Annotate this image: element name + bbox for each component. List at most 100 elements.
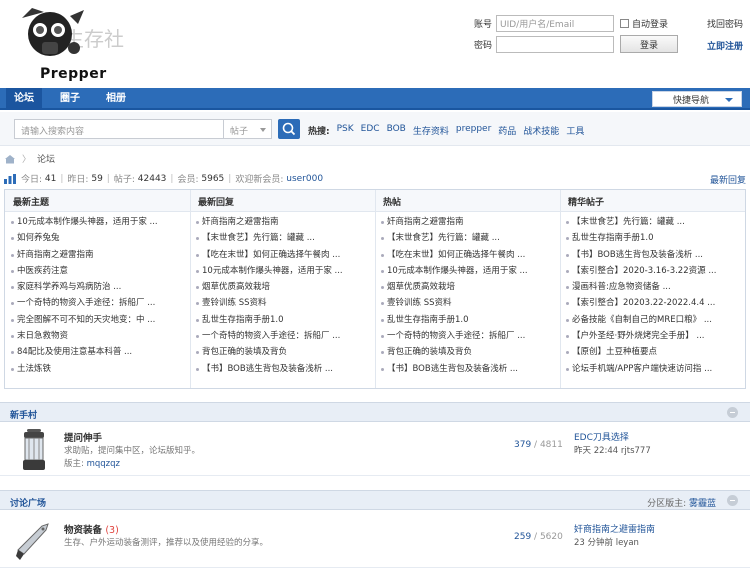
site-logo[interactable]: 生存社 Prepper (14, 4, 124, 82)
moderator-label: 版主: (64, 459, 84, 469)
thread-link[interactable]: 【原创】土豆种植要点 (564, 344, 749, 360)
auto-login[interactable]: 自动登录 (620, 17, 668, 30)
section-title[interactable]: 讨论广场 (10, 496, 46, 509)
today-count: 41 (44, 173, 57, 184)
thread-link[interactable]: 【书】BOB逃生背包及装备浅析 ... (194, 361, 379, 377)
latest-topics-list: 10元成本制作爆头神器，适用于家 ... 如何养兔兔 奸商指南之避雷指南 中医疾… (9, 214, 194, 388)
section-title[interactable]: 新手村 (10, 408, 37, 421)
thread-link[interactable]: 漫画科普:应急物资储备 ... (564, 279, 749, 295)
section-header-newbie: 新手村 (0, 402, 750, 422)
knife-icon[interactable] (14, 520, 54, 564)
thread-link[interactable]: 【索引整合】2020-3.16-3.22资源 ... (564, 263, 749, 279)
thread-link[interactable]: 10元成本制作爆头神器，适用于家 ... (9, 214, 194, 230)
thread-link[interactable]: 10元成本制作爆头神器，适用于家 ... (379, 263, 564, 279)
moderator-link[interactable]: mqqzqz (87, 459, 120, 469)
thread-count: 379 (514, 440, 532, 450)
latest-reply-link[interactable]: 最新回复 (710, 173, 746, 186)
thread-link[interactable]: 背包正确的装填及背负 (194, 344, 379, 360)
latest-replies-list: 奸商指南之避雷指南 【末世食艺】先行篇：罐藏 ... 【吃在末世】如何正确选择午… (194, 214, 379, 388)
thread-link[interactable]: 乱世生存指南手册1.0 (194, 312, 379, 328)
last-post-link[interactable]: 奸商指南之避雷指南 (574, 522, 655, 535)
thread-link[interactable]: 论坛手机端/APP客户端快速访问指 ... (564, 361, 749, 377)
gas-mask-icon: 生存社 (16, 8, 124, 58)
thread-link[interactable]: 【户外圣经·野外烧烤完全手册】 ... (564, 328, 749, 344)
thread-link[interactable]: 【吃在末世】如何正确选择午餐肉 ... (379, 247, 564, 263)
home-icon[interactable] (4, 154, 16, 164)
breadcrumb: 〉 论坛 (4, 152, 55, 165)
hot-search-list: 热搜: PSK EDC BOB 生存资料 prepper 药品 战术技能 工具 (308, 124, 584, 137)
thread-link[interactable]: 【吃在末世】如何正确选择午餐肉 ... (194, 247, 379, 263)
thread-columns-box: 最新主题 最新回复 热帖 精华帖子 10元成本制作爆头神器，适用于家 ... 如… (4, 189, 746, 389)
hot-term[interactable]: PSK (337, 124, 354, 137)
lantern-icon[interactable] (14, 428, 54, 472)
hot-term[interactable]: 工具 (566, 124, 584, 137)
breadcrumb-current: 论坛 (37, 155, 56, 165)
thread-link[interactable]: 一个奇特的物资入手途径：拆船厂 ... (379, 328, 564, 344)
auto-login-checkbox[interactable] (620, 19, 629, 28)
search-button[interactable] (278, 119, 300, 139)
thread-link[interactable]: 10元成本制作爆头神器，适用于家 ... (194, 263, 379, 279)
hot-term[interactable]: 生存资料 (413, 124, 449, 137)
login-button[interactable]: 登录 (620, 35, 678, 53)
section-moderator-link[interactable]: 雾霾蓝 (689, 499, 716, 509)
thread-link[interactable]: 乱世生存指南手册1.0 (379, 312, 564, 328)
hot-term[interactable]: BOB (387, 124, 406, 137)
thread-link[interactable]: 背包正确的装填及背负 (379, 344, 564, 360)
thread-link[interactable]: 【末世食艺】先行篇：罐藏 ... (379, 230, 564, 246)
register-link[interactable]: 立即注册 (707, 39, 743, 52)
section-header-discussion: 讨论广场 分区版主: 雾霾蓝 (0, 490, 750, 510)
password-input[interactable] (496, 35, 614, 53)
thread-link[interactable]: 末日急救物资 (9, 328, 194, 344)
stats-separator: | (60, 173, 64, 184)
hot-term[interactable]: 战术技能 (523, 124, 559, 137)
thread-link[interactable]: 中医疾药注意 (9, 263, 194, 279)
search-type-select[interactable]: 帖子 (224, 119, 272, 139)
collapse-icon[interactable] (727, 495, 738, 506)
last-post-link[interactable]: EDC刀具选择 (574, 430, 629, 443)
thread-link[interactable]: 【末世食艺】先行篇：罐藏 ... (564, 214, 749, 230)
thread-link[interactable]: 完全图解不可不知的天灾地变：中 ... (9, 312, 194, 328)
hot-term[interactable]: EDC (361, 124, 380, 137)
nav-item-album[interactable]: 相册 (98, 88, 134, 110)
quick-nav-dropdown[interactable]: 快捷导航 (652, 91, 742, 107)
thread-link[interactable]: 【书】BOB逃生背包及装备浅析 ... (379, 361, 564, 377)
thread-link[interactable]: 奸商指南之避雷指南 (194, 214, 379, 230)
posts-label: 帖子: (113, 175, 135, 185)
thread-link[interactable]: 84配比及使用注意基本科普 ... (9, 344, 194, 360)
thread-link[interactable]: 壹铃训练 SS资料 (194, 295, 379, 311)
new-member-link[interactable]: user000 (286, 174, 323, 184)
thread-link[interactable]: 【索引整合】20203.22-2022.4.4 ... (564, 295, 749, 311)
thread-link[interactable]: 家庭科学养鸡与鸡病防治 ... (9, 279, 194, 295)
hot-term[interactable]: prepper (456, 124, 491, 137)
thread-link[interactable]: 一个奇特的物资入手途径：拆船厂 ... (9, 295, 194, 311)
digest-threads-list: 【末世食艺】先行篇：罐藏 ... 乱世生存指南手册1.0 【书】BOB逃生背包及… (564, 214, 749, 388)
thread-link[interactable]: 如何养兔兔 (9, 230, 194, 246)
forum-name[interactable]: 提问伸手 (64, 430, 102, 444)
hot-term[interactable]: 药品 (498, 124, 516, 137)
thread-link[interactable]: 必备技能《自制自己的MRE口粮》 ... (564, 312, 749, 328)
search-input[interactable]: 请输入搜索内容 (14, 119, 224, 139)
column-title-digest: 精华帖子 (568, 198, 605, 208)
collapse-icon[interactable] (727, 407, 738, 418)
nav-item-forum[interactable]: 论坛 (6, 88, 42, 110)
forum-counts: 259 / 5620 (514, 532, 563, 542)
stats-separator: | (106, 173, 110, 184)
thread-link[interactable]: 烟草优质高效栽培 (194, 279, 379, 295)
thread-link[interactable]: 壹铃训练 SS资料 (379, 295, 564, 311)
forgot-password-link[interactable]: 找回密码 (707, 17, 743, 30)
posts-count: 42443 (137, 173, 167, 184)
thread-link[interactable]: 【书】BOB逃生背包及装备浅析 ... (564, 247, 749, 263)
thread-link[interactable]: 奸商指南之避雷指南 (9, 247, 194, 263)
yesterday-count: 59 (91, 173, 103, 184)
thread-link[interactable]: 一个奇特的物资入手途径：拆船厂 ... (194, 328, 379, 344)
stats-separator: | (170, 173, 174, 184)
thread-link[interactable]: 奸商指南之避雷指南 (379, 214, 564, 230)
forum-name[interactable]: 物资装备 (3) (64, 522, 119, 536)
thread-link[interactable]: 【末世食艺】先行篇：罐藏 ... (194, 230, 379, 246)
nav-item-circle[interactable]: 圈子 (52, 88, 88, 110)
thread-link[interactable]: 烟草优质高效栽培 (379, 279, 564, 295)
search-icon (282, 122, 296, 136)
thread-link[interactable]: 乱世生存指南手册1.0 (564, 230, 749, 246)
thread-link[interactable]: 土法炼铁 (9, 361, 194, 377)
account-input[interactable]: UID/用户名/Email (496, 15, 614, 32)
